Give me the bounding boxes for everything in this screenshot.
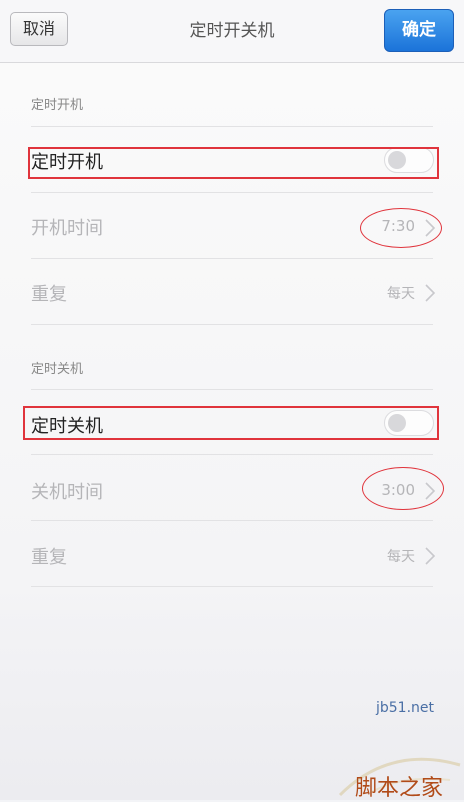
divider [31,258,433,259]
divider [31,126,433,127]
chevron-right-icon [425,284,436,302]
annotation-highlight-box [23,406,439,440]
power-off-repeat-label: 重复 [31,547,67,568]
watermark-url: jb51.net [376,700,435,716]
watermark-brand: 脚本之家 [355,776,444,801]
cancel-button[interactable]: 取消 [10,12,68,46]
power-on-time-label: 开机时间 [31,218,103,239]
divider [31,520,433,521]
section-title-power-off: 定时关机 [31,362,84,377]
title-bar: 取消 定时开关机 确定 [0,0,464,63]
power-off-repeat-value: 每天 [387,549,415,565]
annotation-highlight-box [28,147,439,179]
divider [31,192,433,193]
divider [31,324,433,325]
annotation-highlight-oval [362,467,444,510]
power-on-repeat-value: 每天 [387,286,415,302]
divider [31,454,433,455]
divider [31,586,433,587]
chevron-right-icon [425,547,436,565]
page-title: 定时开关机 [189,21,275,41]
power-off-time-label: 关机时间 [31,482,103,503]
annotation-highlight-oval [360,208,442,248]
confirm-button[interactable]: 确定 [384,9,454,52]
settings-list: 定时开机 定时开机 开机时间 7:30 重复 每天 定时关机 定时关机 关机时间… [0,63,464,800]
power-on-repeat-label: 重复 [31,284,67,305]
divider [31,389,433,390]
section-title-power-on: 定时开机 [31,98,84,113]
